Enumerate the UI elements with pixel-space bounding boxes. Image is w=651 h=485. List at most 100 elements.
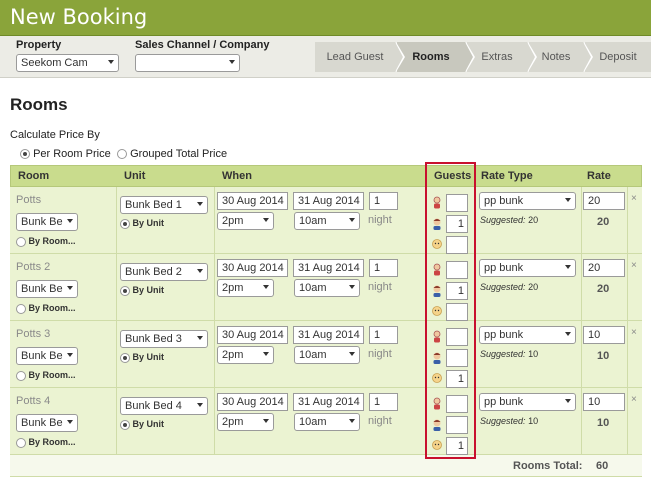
option-label: By Unit bbox=[132, 218, 165, 228]
arrival-date-input[interactable]: 30 Aug 2014 bbox=[217, 192, 288, 210]
guest-count-input[interactable]: 1 bbox=[446, 370, 468, 388]
rate-input[interactable]: 20 bbox=[583, 259, 625, 277]
title-bar: New Booking bbox=[0, 0, 651, 36]
rate-total: 10 bbox=[597, 417, 610, 429]
tab-notes[interactable]: Notes bbox=[529, 42, 593, 72]
by-unit-option[interactable]: By Unit bbox=[120, 419, 164, 430]
guest-count-input[interactable] bbox=[446, 261, 468, 279]
dropdown-arrow-icon bbox=[349, 218, 355, 222]
adult-guest-icon bbox=[431, 196, 443, 209]
adult-guest-icon bbox=[431, 263, 443, 276]
header-room: Room bbox=[18, 170, 50, 182]
radio-icon[interactable] bbox=[120, 218, 130, 229]
guest-count-input[interactable] bbox=[446, 395, 468, 413]
by-room-option[interactable]: By Room... bbox=[16, 236, 76, 247]
guest-count-input[interactable]: 1 bbox=[446, 215, 468, 233]
radio-icon[interactable] bbox=[117, 149, 127, 160]
nights-input[interactable]: 1 bbox=[369, 259, 398, 277]
room-type-select[interactable]: Bunk Be bbox=[16, 280, 78, 298]
property-select[interactable]: Seekom Cam bbox=[16, 54, 119, 72]
suggested-value: 20 bbox=[528, 282, 539, 292]
dropdown-arrow-icon bbox=[67, 219, 73, 223]
option-label: By Room... bbox=[28, 236, 76, 246]
guest-count-input[interactable] bbox=[446, 303, 468, 321]
rate-input[interactable]: 20 bbox=[583, 192, 625, 210]
remove-icon[interactable]: × bbox=[631, 193, 637, 204]
suggested-value: 10 bbox=[528, 349, 539, 359]
arrival-date-input[interactable]: 30 Aug 2014 bbox=[217, 326, 288, 344]
unit-select[interactable]: Bunk Bed 4 bbox=[120, 397, 208, 415]
nights-input[interactable]: 1 bbox=[369, 192, 398, 210]
departure-date-input[interactable]: 31 Aug 2014 bbox=[293, 393, 364, 411]
by-room-option[interactable]: By Room... bbox=[16, 303, 76, 314]
by-room-option[interactable]: By Room... bbox=[16, 437, 76, 448]
unit-select[interactable]: Bunk Bed 3 bbox=[120, 330, 208, 348]
arrival-date-input[interactable]: 30 Aug 2014 bbox=[217, 259, 288, 277]
remove-icon[interactable]: × bbox=[631, 327, 637, 338]
rate-input[interactable]: 10 bbox=[583, 326, 625, 344]
radio-icon[interactable] bbox=[16, 370, 26, 381]
grouped-total-price-option[interactable]: Grouped Total Price bbox=[117, 148, 227, 160]
departure-date-input[interactable]: 31 Aug 2014 bbox=[293, 192, 364, 210]
room-name: Potts bbox=[16, 194, 42, 206]
per-room-price-option[interactable]: Per Room Price bbox=[20, 148, 111, 160]
dropdown-arrow-icon bbox=[565, 399, 571, 403]
select-value: 2pm bbox=[222, 215, 244, 227]
room-type-select[interactable]: Bunk Be bbox=[16, 414, 78, 432]
arrival-time-select[interactable]: 2pm bbox=[217, 413, 274, 431]
guest-count-input[interactable]: 1 bbox=[446, 437, 468, 455]
remove-icon[interactable]: × bbox=[631, 260, 637, 271]
option-label: Per Room Price bbox=[33, 148, 111, 160]
rate-type-select[interactable]: pp bunk bbox=[479, 192, 576, 210]
radio-icon[interactable] bbox=[16, 437, 26, 448]
guest-count-input[interactable] bbox=[446, 349, 468, 367]
departure-time-select[interactable]: 10am bbox=[294, 413, 360, 431]
tab-deposit[interactable]: Deposit bbox=[585, 42, 651, 72]
infant-guest-icon bbox=[431, 439, 443, 452]
suggested-rate: Suggested: 10 bbox=[480, 349, 538, 359]
rate-input[interactable]: 10 bbox=[583, 393, 625, 411]
rate-type-select[interactable]: pp bunk bbox=[479, 326, 576, 344]
radio-icon[interactable] bbox=[120, 419, 130, 430]
by-unit-option[interactable]: By Unit bbox=[120, 352, 164, 363]
option-label: By Room... bbox=[28, 437, 76, 447]
by-unit-option[interactable]: By Unit bbox=[120, 285, 164, 296]
header-when: When bbox=[222, 170, 252, 182]
radio-icon[interactable] bbox=[120, 352, 130, 363]
tab-rooms[interactable]: Rooms bbox=[397, 42, 475, 72]
rate-type-select[interactable]: pp bunk bbox=[479, 393, 576, 411]
departure-date-input[interactable]: 31 Aug 2014 bbox=[293, 259, 364, 277]
arrival-time-select[interactable]: 2pm bbox=[217, 279, 274, 297]
guest-count-input[interactable] bbox=[446, 194, 468, 212]
departure-time-select[interactable]: 10am bbox=[294, 279, 360, 297]
guest-count-input[interactable] bbox=[446, 236, 468, 254]
room-type-select[interactable]: Bunk Be bbox=[16, 347, 78, 365]
night-label: night bbox=[368, 415, 392, 427]
arrival-date-input[interactable]: 30 Aug 2014 bbox=[217, 393, 288, 411]
property-value: Seekom Cam bbox=[21, 57, 88, 69]
room-type-select[interactable]: Bunk Be bbox=[16, 213, 78, 231]
departure-time-select[interactable]: 10am bbox=[294, 346, 360, 364]
remove-icon[interactable]: × bbox=[631, 394, 637, 405]
guest-count-input[interactable] bbox=[446, 328, 468, 346]
radio-icon[interactable] bbox=[16, 236, 26, 247]
by-room-option[interactable]: By Room... bbox=[16, 370, 76, 381]
tab-lead-guest[interactable]: Lead Guest bbox=[315, 42, 405, 72]
departure-date-input[interactable]: 31 Aug 2014 bbox=[293, 326, 364, 344]
arrival-time-select[interactable]: 2pm bbox=[217, 346, 274, 364]
tab-extras[interactable]: Extras bbox=[467, 42, 537, 72]
channel-select[interactable] bbox=[135, 54, 240, 72]
unit-select[interactable]: Bunk Bed 1 bbox=[120, 196, 208, 214]
nights-input[interactable]: 1 bbox=[369, 393, 398, 411]
by-unit-option[interactable]: By Unit bbox=[120, 218, 164, 229]
guest-count-input[interactable] bbox=[446, 416, 468, 434]
radio-icon[interactable] bbox=[20, 149, 30, 160]
unit-select[interactable]: Bunk Bed 2 bbox=[120, 263, 208, 281]
radio-icon[interactable] bbox=[120, 285, 130, 296]
rate-type-select[interactable]: pp bunk bbox=[479, 259, 576, 277]
guest-count-input[interactable]: 1 bbox=[446, 282, 468, 300]
departure-time-select[interactable]: 10am bbox=[294, 212, 360, 230]
arrival-time-select[interactable]: 2pm bbox=[217, 212, 274, 230]
radio-icon[interactable] bbox=[16, 303, 26, 314]
nights-input[interactable]: 1 bbox=[369, 326, 398, 344]
